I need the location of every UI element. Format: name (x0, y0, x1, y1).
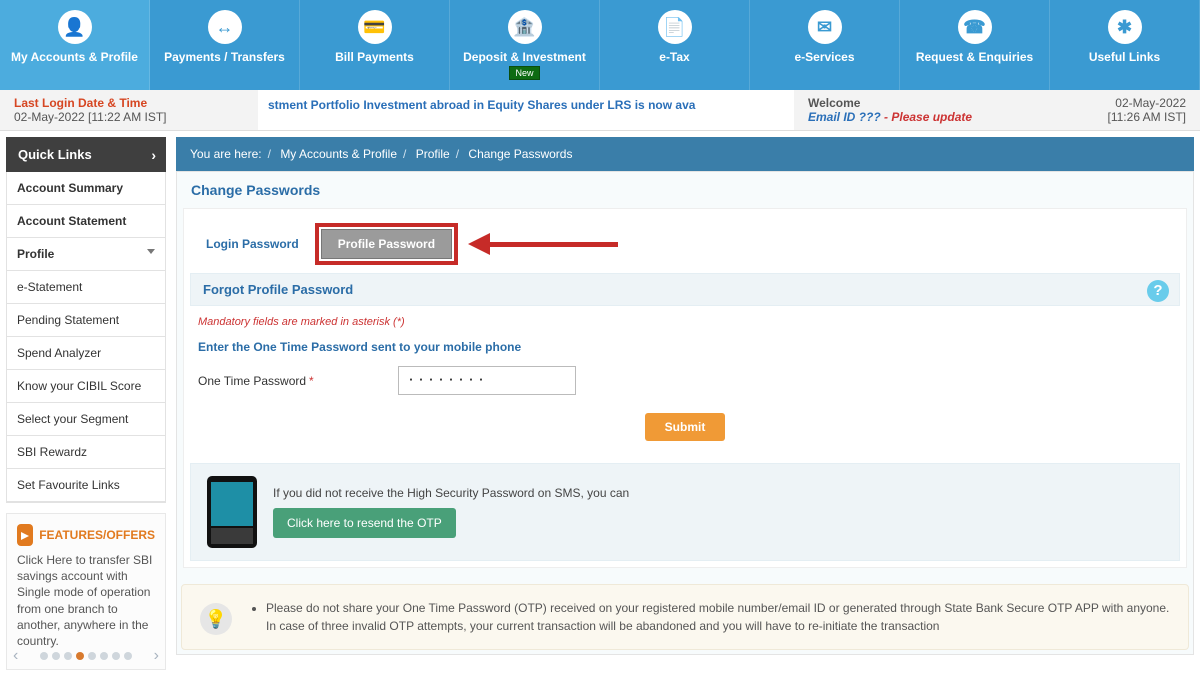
last-login: Last Login Date & Time 02-May-2022 [11:2… (0, 90, 258, 130)
doc-icon: 📄 (658, 10, 692, 44)
sidebar-item-pending[interactable]: Pending Statement (7, 304, 165, 337)
promo-box: FEATURES/OFFERS Click Here to transfer S… (6, 513, 166, 670)
sidebar-item-profile[interactable]: Profile (7, 238, 165, 271)
mandatory-note: Mandatory fields are marked in asterisk … (198, 316, 1172, 328)
nav-etax[interactable]: 📄 e-Tax (600, 0, 750, 90)
annotation-arrow-icon (468, 231, 618, 257)
sidebar-item-summary[interactable]: Account Summary (7, 172, 165, 205)
resend-box: If you did not receive the High Security… (190, 463, 1180, 561)
warning-box: 💡 Please do not share your One Time Pass… (181, 584, 1189, 650)
sidebar-item-statement[interactable]: Account Statement (7, 205, 165, 238)
nav-accounts[interactable]: 👤 My Accounts & Profile (0, 0, 150, 90)
bank-icon: 🏦 (508, 10, 542, 44)
tab-login-password[interactable]: Login Password (194, 230, 311, 258)
new-badge: New (509, 66, 539, 80)
top-nav: 👤 My Accounts & Profile ↔ Payments / Tra… (0, 0, 1200, 90)
instruction: Enter the One Time Password sent to your… (198, 340, 1172, 354)
nav-payments[interactable]: ↔ Payments / Transfers (150, 0, 300, 90)
sidebar-item-rewardz[interactable]: SBI Rewardz (7, 436, 165, 469)
sidebar: Quick Links › Account Summary Account St… (6, 137, 166, 670)
carousel-dots[interactable] (7, 648, 165, 663)
star-icon: ✱ (1108, 10, 1142, 44)
sidebar-item-cibil[interactable]: Know your CIBIL Score (7, 370, 165, 403)
clock: 02-May-2022 [11:26 AM IST] (1032, 90, 1200, 130)
nav-eservices[interactable]: ✉ e-Services (750, 0, 900, 90)
crumb-profile[interactable]: Profile (416, 147, 450, 161)
resend-text: If you did not receive the High Security… (273, 486, 1163, 500)
info-bar: Last Login Date & Time 02-May-2022 [11:2… (0, 90, 1200, 131)
megaphone-icon (17, 524, 33, 546)
submit-button[interactable]: Submit (645, 413, 726, 441)
tabs: Login Password Profile Password (184, 209, 1186, 269)
quick-links-header[interactable]: Quick Links › (6, 137, 166, 172)
highlight-box: Profile Password (315, 223, 458, 265)
nav-deposit[interactable]: 🏦 Deposit & Investment New (450, 0, 600, 90)
crumb-accounts[interactable]: My Accounts & Profile (280, 147, 397, 161)
nav-bill[interactable]: 💳 Bill Payments (300, 0, 450, 90)
sidebar-item-segment[interactable]: Select your Segment (7, 403, 165, 436)
card-icon: 💳 (358, 10, 392, 44)
section-heading: Forgot Profile Password ? (190, 273, 1180, 306)
otp-input[interactable] (398, 366, 576, 395)
caret-down-icon (147, 249, 155, 254)
sidebar-item-spend[interactable]: Spend Analyzer (7, 337, 165, 370)
mail-icon: ✉ (808, 10, 842, 44)
main: You are here:/ My Accounts & Profile/ Pr… (176, 137, 1194, 670)
sidebar-item-favourite[interactable]: Set Favourite Links (7, 469, 165, 502)
nav-request[interactable]: ☎ Request & Enquiries (900, 0, 1050, 90)
otp-label: One Time Password* (198, 374, 398, 388)
news-ticker: stment Portfolio Investment abroad in Eq… (258, 90, 794, 130)
chevron-right-icon: › (151, 147, 156, 163)
user-icon: 👤 (58, 10, 92, 44)
panel: Change Passwords Login Password Profile … (176, 171, 1194, 655)
help-icon[interactable]: ? (1147, 280, 1169, 302)
phone-illustration-icon (207, 476, 257, 548)
promo-text[interactable]: Click Here to transfer SBI savings accou… (17, 552, 155, 649)
tab-profile-password[interactable]: Profile Password (321, 229, 452, 259)
page-title: Change Passwords (177, 172, 1193, 208)
resend-otp-button[interactable]: Click here to resend the OTP (273, 508, 456, 538)
breadcrumb: You are here:/ My Accounts & Profile/ Pr… (176, 137, 1194, 171)
transfer-icon: ↔ (208, 10, 242, 44)
welcome-box: Welcome Email ID ??? - Please update (794, 90, 1032, 130)
quick-links-list: Account Summary Account Statement Profil… (6, 172, 166, 503)
bulb-icon: 💡 (200, 603, 232, 635)
nav-links[interactable]: ✱ Useful Links (1050, 0, 1200, 90)
phone-icon: ☎ (958, 10, 992, 44)
sidebar-item-estatement[interactable]: e-Statement (7, 271, 165, 304)
crumb-change-pw[interactable]: Change Passwords (468, 147, 572, 161)
